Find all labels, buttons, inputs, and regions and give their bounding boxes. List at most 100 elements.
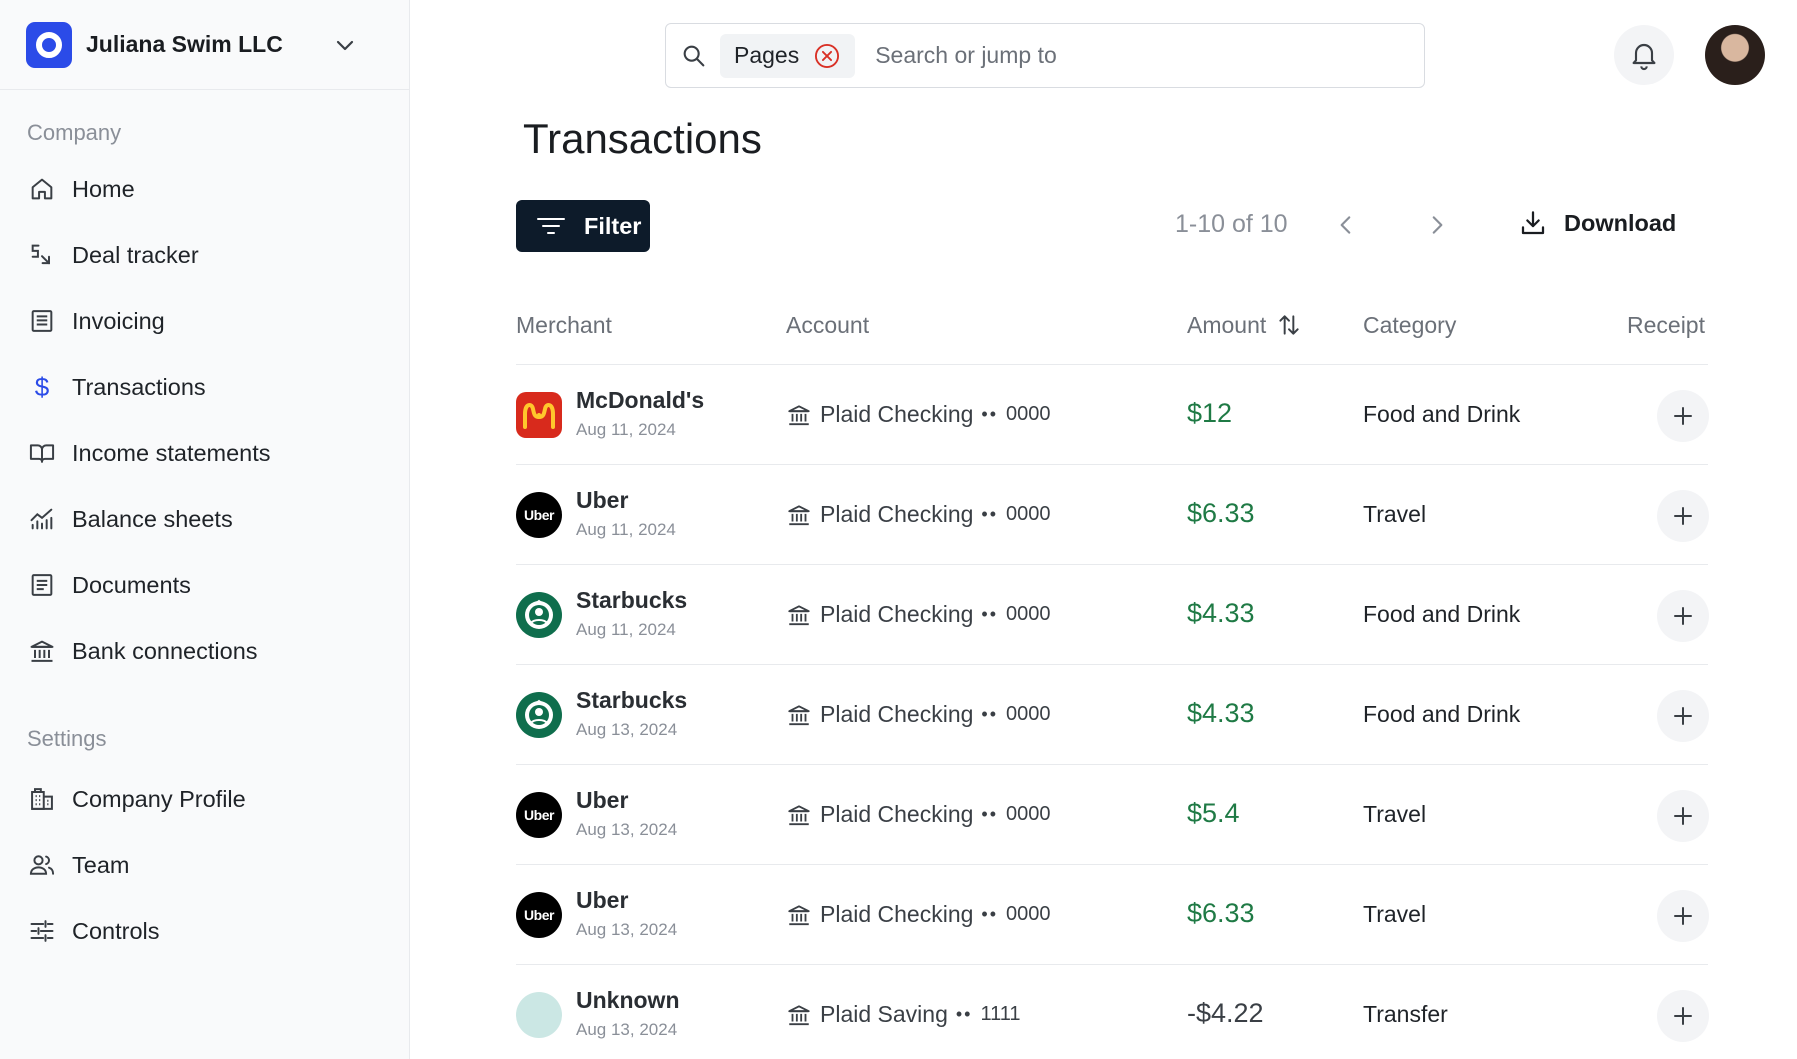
plus-icon [1674,607,1692,625]
sidebar-item-label: Deal tracker [72,241,199,268]
sidebar-item-controls[interactable]: Controls [0,898,409,964]
table-row[interactable]: Uber Uber Aug 13, 2024 Plaid Checking ••… [516,864,1709,964]
transaction-amount: $4.33 [1187,698,1255,728]
sidebar-item-invoicing[interactable]: Invoicing [0,288,409,354]
table-row[interactable]: Uber Uber Aug 13, 2024 Plaid Checking ••… [516,764,1709,864]
add-receipt-button[interactable] [1657,790,1709,842]
avatar[interactable] [1705,25,1765,85]
sidebar-item-deal-tracker[interactable]: Deal tracker [0,222,409,288]
bank-icon [788,704,810,725]
sidebar-item-label: Company Profile [72,785,246,812]
transaction-date: Aug 11, 2024 [576,420,676,439]
sort-icon[interactable] [1276,312,1302,338]
table-row[interactable]: McDonald's Aug 11, 2024 Plaid Checking •… [516,364,1709,464]
siren-icon [525,699,553,729]
siren-icon [525,599,553,629]
filter-label: Filter [584,212,642,239]
transaction-category: Transfer [1363,1001,1448,1027]
sidebar-item-company-profile[interactable]: Company Profile [0,766,409,832]
uber-logo: Uber [516,792,562,838]
pagination-summary: 1-10 of 10 [1175,210,1288,238]
account-name: Plaid Checking [820,501,974,527]
section-title-company: Company [27,120,122,145]
mask-dots: •• [981,604,999,624]
golden-arches-icon [523,403,555,429]
account-name: Plaid Checking [820,601,974,627]
document-icon [31,574,53,596]
search-bar[interactable]: Pages [665,23,1425,88]
bank-icon [788,804,810,825]
download-icon [1521,211,1545,235]
plus-icon [1674,707,1692,725]
add-receipt-button[interactable] [1657,390,1709,442]
account-cell: Plaid Checking •• 0000 [786,601,1051,628]
sidebar-item-label: Documents [72,571,191,598]
filter-button[interactable]: Filter [516,200,650,252]
building-icon [31,788,53,810]
add-receipt-button[interactable] [1657,990,1709,1042]
sidebar-item-bank-connections[interactable]: Bank connections [0,618,409,684]
book-icon [29,444,55,463]
transaction-category: Food and Drink [1363,401,1521,427]
transaction-date: Aug 13, 2024 [576,1020,678,1039]
sidebar-item-transactions[interactable]: $ Transactions [0,354,409,420]
sidebar-item-team[interactable]: Team [0,832,409,898]
sidebar-item-label: Controls [72,917,160,944]
mask-dots: •• [981,704,999,724]
org-switcher[interactable]: Juliana Swim LLC [0,0,409,90]
plus-icon [1674,507,1692,525]
uber-logo: Uber [516,492,562,538]
table-row[interactable]: Unknown Aug 13, 2024 Plaid Saving •• 111… [516,964,1709,1059]
search-icon [683,45,705,66]
deal-tracker-icon [31,244,50,265]
transaction-category: Food and Drink [1363,601,1521,627]
plus-icon [1674,807,1692,825]
search-scope-chip: Pages [720,33,856,78]
mask-dots: •• [981,904,999,924]
search-input[interactable] [875,42,1316,69]
starbucks-logo [516,592,562,638]
column-header-category: Category [1363,312,1457,338]
chevron-left-icon[interactable] [1333,212,1359,238]
page-title: Transactions [523,115,762,162]
close-circle-icon[interactable] [813,42,841,70]
download-button[interactable]: Download [1518,208,1676,238]
chevron-down-icon[interactable] [333,33,357,57]
sidebar-item-documents[interactable]: Documents [0,552,409,618]
org-name: Juliana Swim LLC [86,31,283,57]
add-receipt-button[interactable] [1657,490,1709,542]
sidebar-item-home[interactable]: Home [0,156,409,222]
transaction-date: Aug 11, 2024 [576,620,676,639]
chevron-right-icon[interactable] [1424,212,1450,238]
sidebar-item-label: Home [72,175,135,202]
table-row[interactable]: Starbucks Aug 11, 2024 Plaid Checking ••… [516,564,1709,664]
sidebar-item-label: Bank connections [72,637,258,664]
transaction-category: Travel [1363,801,1427,827]
add-receipt-button[interactable] [1657,890,1709,942]
add-receipt-button[interactable] [1657,590,1709,642]
merchant-name: Uber [576,487,629,513]
sidebar-item-label: Income statements [72,439,271,466]
bank-icon [788,904,810,925]
sidebar-item-balance-sheets[interactable]: Balance sheets [0,486,409,552]
transaction-amount: $4.33 [1187,598,1255,628]
starbucks-logo [516,692,562,738]
column-header-receipt: Receipt [1627,312,1705,338]
account-name: Plaid Checking [820,801,974,827]
account-name: Plaid Checking [820,901,974,927]
add-receipt-button[interactable] [1657,690,1709,742]
transaction-date: Aug 11, 2024 [576,520,676,539]
chart-icon [30,508,53,530]
sidebar: Juliana Swim LLC Company Home Deal track… [0,0,410,1059]
table-row[interactable]: Uber Uber Aug 11, 2024 Plaid Checking ••… [516,464,1709,564]
transaction-date: Aug 13, 2024 [576,720,678,739]
account-name: Plaid Checking [820,701,974,727]
account-cell: Plaid Checking •• 0000 [786,701,1051,728]
sidebar-item-income-statements[interactable]: Income statements [0,420,409,486]
download-label: Download [1564,209,1677,236]
notifications-button[interactable] [1614,25,1674,85]
table-row[interactable]: Starbucks Aug 13, 2024 Plaid Checking ••… [516,664,1709,764]
transaction-category: Travel [1363,501,1427,527]
column-header-amount[interactable]: Amount [1187,312,1302,339]
merchant-name: Unknown [576,987,680,1013]
